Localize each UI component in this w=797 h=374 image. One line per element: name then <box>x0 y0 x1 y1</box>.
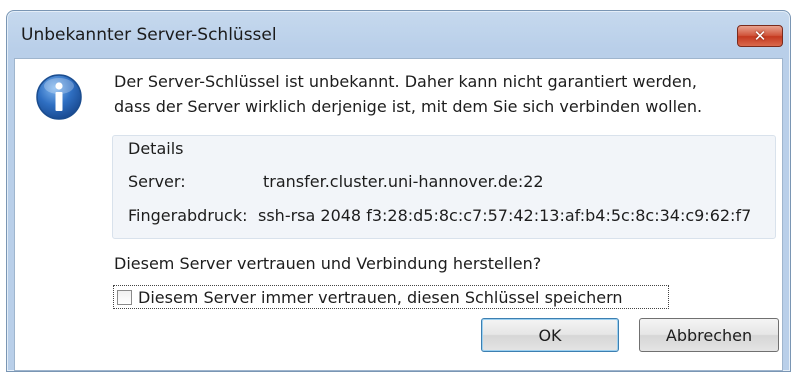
always-trust-label[interactable]: Diesem Server immer vertrauen, diesen Sc… <box>138 288 623 307</box>
close-button[interactable]: ✕ <box>737 25 783 47</box>
details-group: Details Server: transfer.cluster.uni-han… <box>112 135 776 239</box>
fingerprint-label: Fingerabdruck: <box>128 206 248 225</box>
server-label: Server: <box>128 172 186 191</box>
fingerprint-value: ssh-rsa 2048 f3:28:d5:8c:c7:57:42:13:af:… <box>258 206 752 225</box>
message-line: dass der Server wirklich derjenige ist, … <box>114 97 703 116</box>
details-title: Details <box>128 139 184 158</box>
dialog-window: Unbekannter Server-Schlüssel ✕ Der Serve… <box>6 10 791 372</box>
message-line: Der Server-Schlüssel ist unbekannt. Dahe… <box>114 72 697 91</box>
always-trust-checkbox-row[interactable]: Diesem Server immer vertrauen, diesen Sc… <box>113 285 669 309</box>
cancel-button[interactable]: Abbrechen <box>639 318 779 352</box>
close-icon: ✕ <box>753 27 767 45</box>
info-icon <box>36 74 82 120</box>
trust-question: Diesem Server vertrauen und Verbindung h… <box>114 254 542 273</box>
fingerprint-row: Fingerabdruck: ssh-rsa 2048 f3:28:d5:8c:… <box>128 206 751 225</box>
always-trust-checkbox[interactable] <box>117 289 132 305</box>
server-row: Server: transfer.cluster.uni-hannover.de… <box>128 172 544 191</box>
message-text: Der Server-Schlüssel ist unbekannt. Dahe… <box>114 69 774 119</box>
ok-button[interactable]: OK <box>481 318 619 352</box>
window-title: Unbekannter Server-Schlüssel <box>21 25 277 45</box>
dialog-content: Der Server-Schlüssel ist unbekannt. Dahe… <box>14 58 783 371</box>
server-value: transfer.cluster.uni-hannover.de:22 <box>263 172 544 191</box>
title-bar[interactable]: Unbekannter Server-Schlüssel ✕ <box>7 11 790 57</box>
